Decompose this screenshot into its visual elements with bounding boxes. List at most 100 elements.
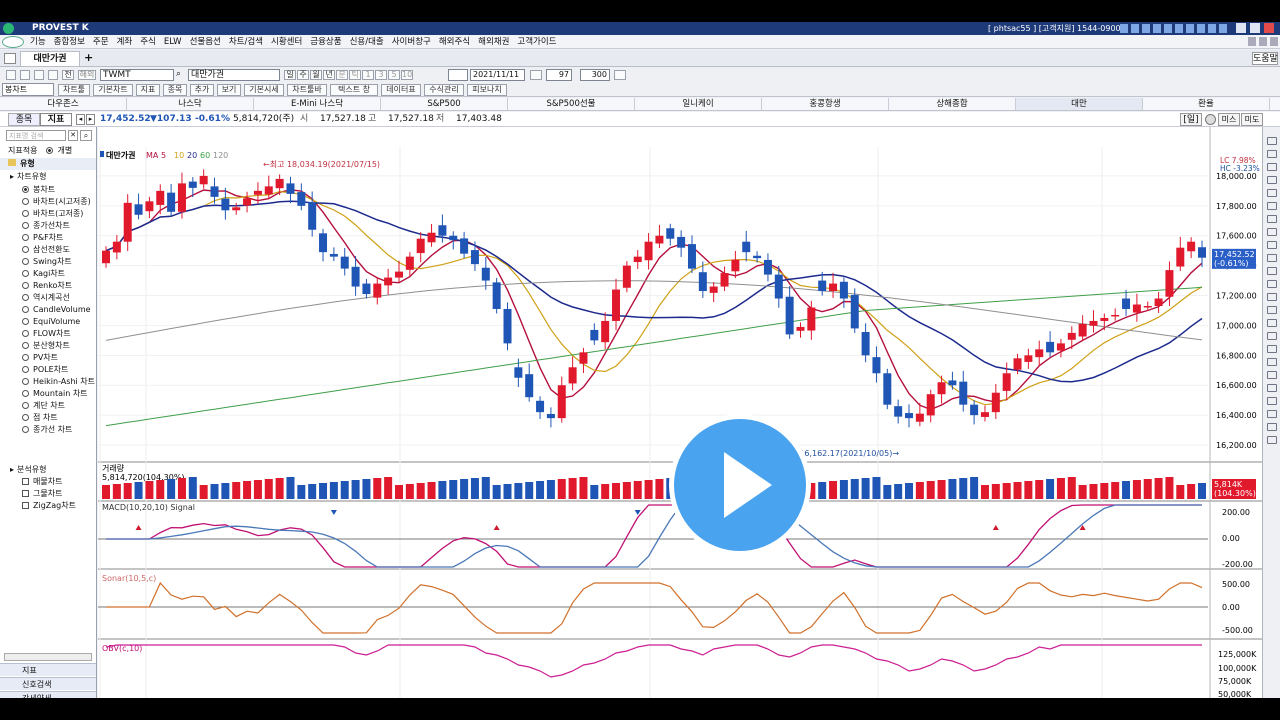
chart-type-item[interactable]: Mountain 차트: [0, 388, 96, 400]
indicator-search-input[interactable]: 지표명 검색: [6, 130, 66, 141]
market-tab-2[interactable]: E-Mini 나스닥: [254, 98, 381, 110]
chart-type-item[interactable]: POLE차트: [0, 364, 96, 376]
mode-radio[interactable]: [46, 147, 53, 154]
tab-active[interactable]: 대만가권: [20, 51, 80, 66]
drawing-tool-icon[interactable]: [1267, 202, 1277, 210]
menu-item-0[interactable]: 기능: [30, 37, 46, 47]
chart-type-item[interactable]: P&F차트: [0, 232, 96, 244]
analysis-item[interactable]: 매물차트: [0, 476, 96, 488]
analysis-group[interactable]: ▸ 분석유형: [0, 464, 96, 476]
radio-icon[interactable]: [22, 354, 29, 361]
chart-type-item[interactable]: 봉차트: [0, 184, 96, 196]
radio-icon[interactable]: [22, 402, 29, 409]
drawing-tool-icon[interactable]: [1267, 436, 1277, 444]
date-select[interactable]: 2021/11/11: [470, 69, 525, 81]
drawing-tool-icon[interactable]: [1267, 215, 1277, 223]
window-controls[interactable]: [1248, 37, 1278, 46]
menu-item-8[interactable]: 시황센터: [271, 37, 302, 47]
radio-icon[interactable]: [22, 330, 29, 337]
chart-type-item[interactable]: 계단 차트: [0, 400, 96, 412]
toolbar2-button-10[interactable]: 수식관리: [424, 84, 464, 96]
chart-type-item[interactable]: 바차트(고저종): [0, 208, 96, 220]
drawing-tool-icon[interactable]: [1267, 293, 1277, 301]
quick-buttons[interactable]: [1120, 24, 1230, 33]
total-input[interactable]: 300: [580, 69, 610, 81]
drawing-tool-icon[interactable]: [1267, 176, 1277, 184]
toolbar2-button-1[interactable]: 기본차트: [93, 84, 133, 96]
menu-item-14[interactable]: 고객가이드: [517, 37, 556, 47]
sidebar-tab-stock[interactable]: 종목: [8, 113, 40, 126]
period-button-1[interactable]: 주: [297, 70, 309, 80]
sidebar-scrollbar[interactable]: [4, 653, 92, 661]
menu-item-13[interactable]: 해외채권: [478, 37, 509, 47]
toolbar2-button-0[interactable]: 차트툴: [58, 84, 90, 96]
chart-type-item[interactable]: 종가선차트: [0, 220, 96, 232]
drawing-tool-icon[interactable]: [1267, 410, 1277, 418]
search-clear-icon[interactable]: ✕: [68, 130, 78, 141]
toolbar2-button-2[interactable]: 지표: [136, 84, 160, 96]
menu-item-12[interactable]: 해외주식: [439, 37, 470, 47]
market-tab-5[interactable]: 일니케이: [635, 98, 762, 110]
type-section[interactable]: 유형: [0, 158, 96, 170]
period-display[interactable]: [일]: [1180, 113, 1202, 126]
toolbar2-button-4[interactable]: 추가: [190, 84, 214, 96]
chart-type-group[interactable]: ▸ 차트유형: [0, 171, 96, 183]
menu-item-3[interactable]: 계좌: [117, 37, 133, 47]
period-button-8[interactable]: 5: [388, 70, 400, 80]
code-input[interactable]: TWMT: [100, 69, 174, 81]
drawing-tool-icon[interactable]: [1267, 384, 1277, 392]
drawing-tool-icon[interactable]: [1267, 306, 1277, 314]
chart-type-item[interactable]: Kagi차트: [0, 268, 96, 280]
drawing-tool-icon[interactable]: [1267, 163, 1277, 171]
maximize-button[interactable]: [1250, 23, 1260, 33]
chart-type-item[interactable]: 역시계곡선: [0, 292, 96, 304]
menu-item-11[interactable]: 사이버창구: [392, 37, 431, 47]
radio-icon[interactable]: [22, 426, 29, 433]
radio-icon[interactable]: [22, 378, 29, 385]
prev-icon[interactable]: ◂: [76, 114, 85, 125]
chart-type-item[interactable]: Renko차트: [0, 280, 96, 292]
period-button-9[interactable]: 10: [401, 70, 413, 80]
drawing-tool-icon[interactable]: [1267, 189, 1277, 197]
search-icon[interactable]: ⌕: [176, 69, 181, 79]
chart-type-item[interactable]: 분산형차트: [0, 340, 96, 352]
chart-type-item[interactable]: Heikin-Ashi 차트: [0, 376, 96, 388]
chart-type-item[interactable]: 바차트(시고저종): [0, 196, 96, 208]
settings-icon[interactable]: [1205, 114, 1216, 125]
radio-icon[interactable]: [22, 318, 29, 325]
radio-icon[interactable]: [22, 234, 29, 241]
radio-icon[interactable]: [22, 342, 29, 349]
radio-icon[interactable]: [22, 366, 29, 373]
chart-area[interactable]: 18,000.0017,800.0017,600.0017,400.0017,2…: [98, 127, 1262, 698]
chart-type-item[interactable]: 점 차트: [0, 412, 96, 424]
chart-svg[interactable]: 18,000.0017,800.0017,600.0017,400.0017,2…: [98, 127, 1262, 698]
count-input[interactable]: 97: [546, 69, 572, 81]
drawing-tool-icon[interactable]: [1267, 241, 1277, 249]
add-tab-button[interactable]: +: [84, 51, 93, 64]
radio-icon[interactable]: [22, 294, 29, 301]
drawing-tool-icon[interactable]: [1267, 150, 1277, 158]
drawing-tool-icon[interactable]: [1267, 319, 1277, 327]
chart-type-item[interactable]: CandleVolume: [0, 304, 96, 316]
menu-item-2[interactable]: 주문: [93, 37, 109, 47]
radio-icon[interactable]: [22, 306, 29, 313]
minimize-button[interactable]: [1236, 23, 1246, 33]
menu-item-10[interactable]: 신용/대출: [350, 37, 384, 47]
toolbar2-button-6[interactable]: 기본시세: [244, 84, 284, 96]
radio-icon[interactable]: [22, 186, 29, 193]
drawing-tool-icon[interactable]: [1267, 397, 1277, 405]
chart-type-item[interactable]: FLOW차트: [0, 328, 96, 340]
mis-button[interactable]: 미스: [1218, 113, 1240, 126]
drawing-tool-icon[interactable]: [1267, 267, 1277, 275]
market-tab-0[interactable]: 다우존스: [0, 98, 127, 110]
radio-icon[interactable]: [22, 210, 29, 217]
menu-item-5[interactable]: ELW: [164, 37, 182, 47]
sidebar-tab-indicator[interactable]: 지표: [40, 113, 72, 126]
toolbar2-button-7[interactable]: 차트툴바: [287, 84, 327, 96]
interval-select[interactable]: [448, 69, 468, 81]
play-button[interactable]: [669, 414, 811, 556]
market-tab-9[interactable]: 환율: [1143, 98, 1270, 110]
chart-type-item[interactable]: 종가선 차트: [0, 424, 96, 436]
radio-icon[interactable]: [22, 390, 29, 397]
drawing-tool-icon[interactable]: [1267, 137, 1277, 145]
